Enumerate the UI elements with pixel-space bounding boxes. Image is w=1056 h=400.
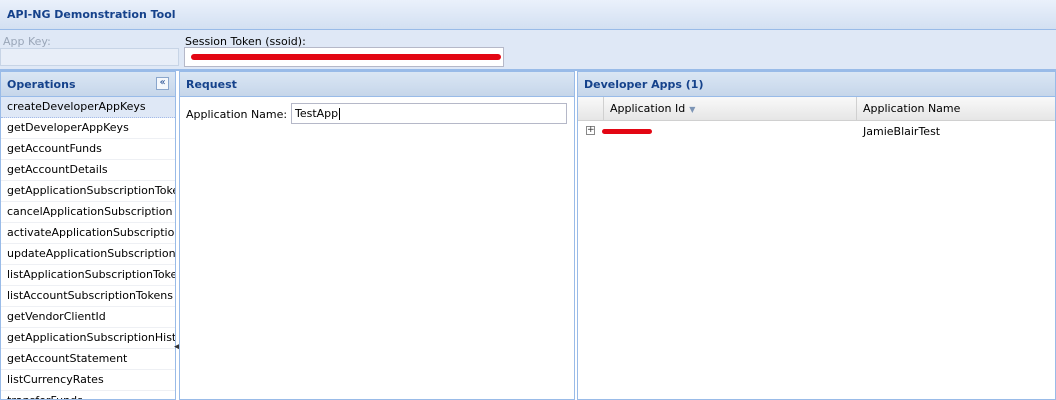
request-title: Request bbox=[186, 78, 237, 91]
table-row[interactable]: + JamieBlairTest bbox=[578, 121, 1055, 141]
operation-item-getAccountStatement[interactable]: getAccountStatement bbox=[1, 349, 175, 370]
operations-title: Operations bbox=[7, 78, 76, 91]
session-token-input[interactable] bbox=[184, 47, 504, 67]
operation-item-getAccountDetails[interactable]: getAccountDetails bbox=[1, 160, 175, 181]
developer-apps-title: Developer Apps (1) bbox=[584, 78, 704, 91]
application-name-label: Application Name: bbox=[186, 108, 288, 121]
operation-item-transferFunds[interactable]: transferFunds bbox=[1, 391, 175, 399]
app-key-input[interactable] bbox=[0, 48, 179, 66]
expand-row-icon[interactable]: + bbox=[586, 126, 595, 135]
operations-list: createDeveloperAppKeys getDeveloperAppKe… bbox=[1, 97, 175, 399]
operation-item-listAccountSubscriptionTokens[interactable]: listAccountSubscriptionTokens bbox=[1, 286, 175, 307]
application-name-input[interactable]: TestApp bbox=[291, 103, 567, 124]
operation-item-getApplicationSubscriptionHistory[interactable]: getApplicationSubscriptionHistory bbox=[1, 328, 175, 349]
operation-item-getApplicationSubscriptionToken[interactable]: getApplicationSubscriptionToken bbox=[1, 181, 175, 202]
column-header-expander bbox=[578, 97, 603, 120]
app-title: API-NG Demonstration Tool bbox=[7, 8, 176, 21]
application-name-cell: JamieBlairTest bbox=[863, 125, 941, 138]
operation-item-cancelApplicationSubscription[interactable]: cancelApplicationSubscription bbox=[1, 202, 175, 223]
operation-item-listApplicationSubscriptionTokens[interactable]: listApplicationSubscriptionTokens bbox=[1, 265, 175, 286]
developer-apps-panel-header: Developer Apps (1) bbox=[578, 72, 1055, 97]
app-key-label: App Key: bbox=[3, 35, 51, 48]
text-caret bbox=[339, 108, 341, 120]
grid-header: Application Id ▼ Application Name bbox=[578, 97, 1055, 121]
collapse-panel-icon[interactable]: « bbox=[156, 77, 169, 90]
application-name-value: TestApp bbox=[295, 107, 339, 120]
request-panel-header: Request bbox=[180, 72, 574, 97]
app-title-bar: API-NG Demonstration Tool bbox=[0, 0, 1056, 30]
operations-panel-header: Operations « bbox=[1, 72, 175, 97]
column-header-application-id[interactable]: Application Id ▼ bbox=[603, 97, 856, 120]
redaction-mark bbox=[191, 54, 501, 60]
operation-item-getVendorClientId[interactable]: getVendorClientId bbox=[1, 307, 175, 328]
developer-apps-panel: Developer Apps (1) Application Id ▼ Appli… bbox=[577, 71, 1056, 400]
operation-item-listCurrencyRates[interactable]: listCurrencyRates bbox=[1, 370, 175, 391]
operation-item-getDeveloperAppKeys[interactable]: getDeveloperAppKeys bbox=[1, 118, 175, 139]
redaction-mark bbox=[602, 129, 652, 134]
column-header-application-name[interactable]: Application Name bbox=[856, 97, 1056, 120]
operation-item-activateApplicationSubscription[interactable]: activateApplicationSubscription bbox=[1, 223, 175, 244]
credentials-bar: App Key: Session Token (ssoid): bbox=[0, 30, 1056, 71]
request-panel: Request Application Name: TestApp bbox=[179, 71, 575, 400]
sort-desc-icon: ▼ bbox=[689, 105, 696, 114]
operation-item-createDeveloperAppKeys[interactable]: createDeveloperAppKeys bbox=[1, 97, 175, 118]
operation-item-getAccountFunds[interactable]: getAccountFunds bbox=[1, 139, 175, 160]
operation-item-updateApplicationSubscription[interactable]: updateApplicationSubscription bbox=[1, 244, 175, 265]
operations-panel: Operations « createDeveloperAppKeys getD… bbox=[0, 71, 176, 400]
